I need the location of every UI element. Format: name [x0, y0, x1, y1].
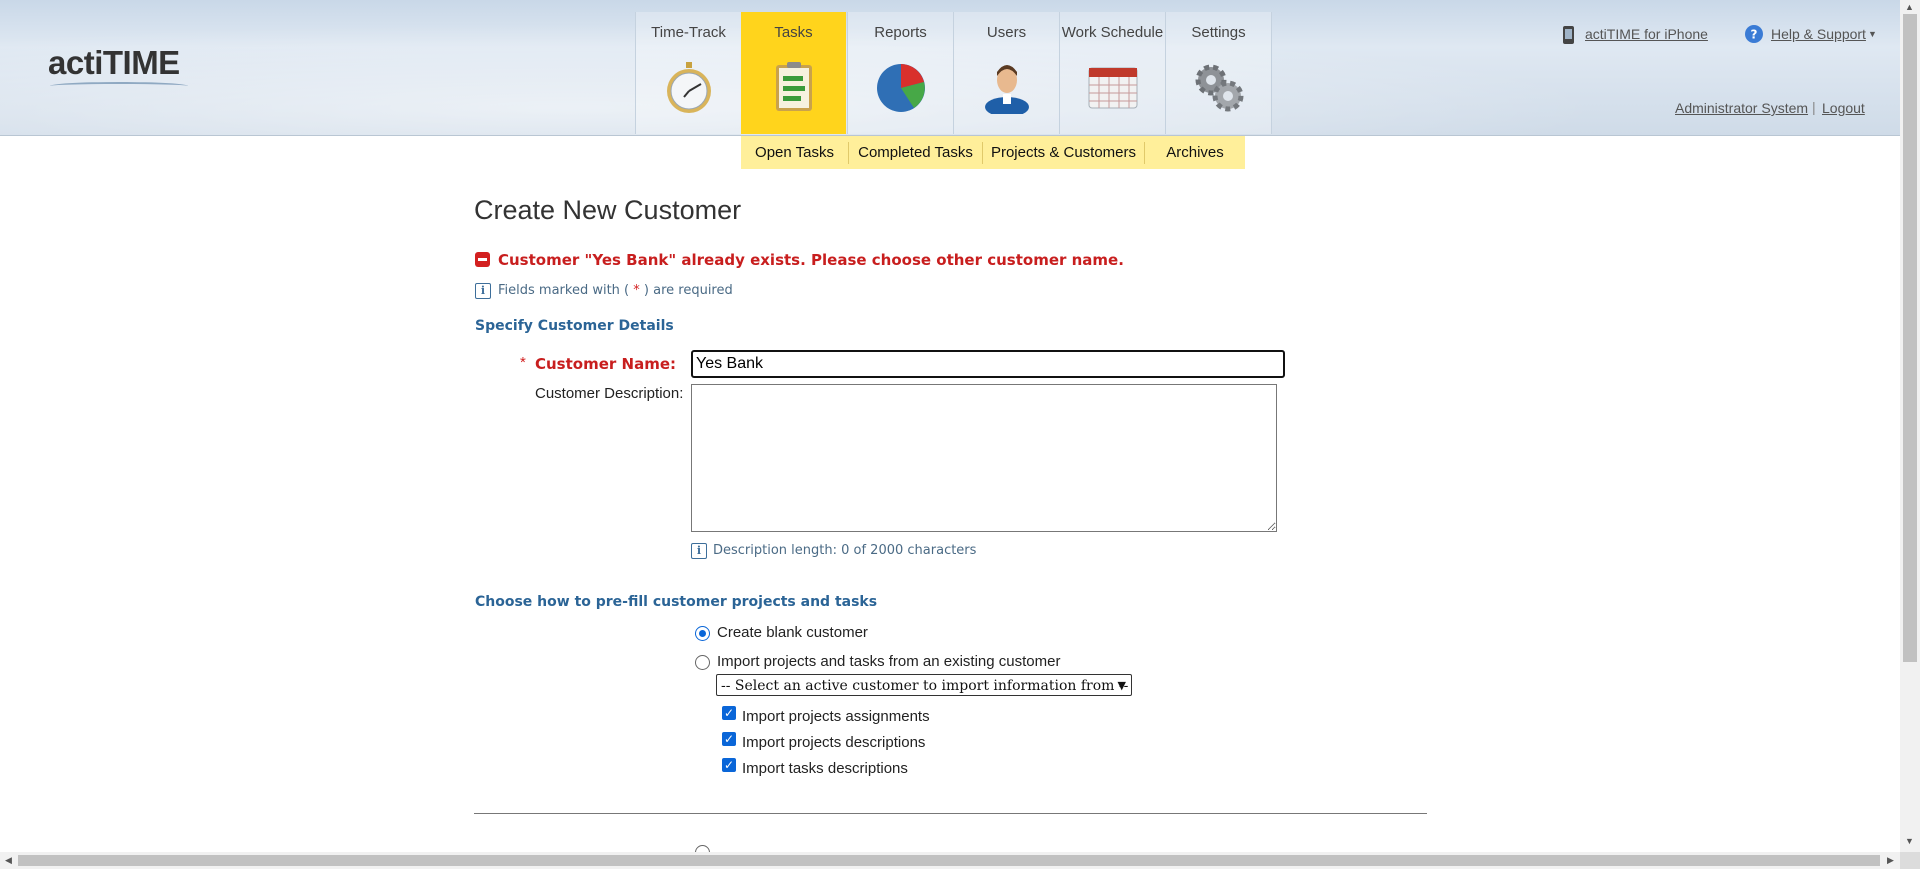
subnav-completed-tasks[interactable]: Completed Tasks: [849, 136, 982, 169]
chevron-down-icon: ▼: [1117, 679, 1126, 692]
scroll-up-icon[interactable]: ▲: [1905, 2, 1914, 12]
scroll-left-icon[interactable]: ◀: [5, 855, 12, 866]
page-title: Create New Customer: [474, 195, 742, 225]
customer-description-textarea[interactable]: [691, 384, 1277, 532]
tab-label: Time-Track: [651, 24, 726, 41]
scroll-down-icon[interactable]: ▼: [1905, 836, 1914, 846]
required-star: *: [520, 354, 526, 371]
create-blank-radio[interactable]: [695, 626, 710, 641]
svg-text:?: ?: [1751, 28, 1758, 42]
customer-name-input[interactable]: [691, 350, 1285, 378]
help-icon: ?: [1745, 25, 1763, 43]
iphone-link[interactable]: actiTIME for iPhone: [1585, 26, 1708, 42]
logout-link[interactable]: Logout: [1822, 100, 1865, 116]
tab-label: Work Schedule: [1061, 24, 1164, 41]
task-list-icon: [776, 62, 812, 111]
separator: |: [1812, 99, 1816, 115]
vertical-scroll-thumb[interactable]: [1903, 14, 1917, 662]
required-note-text: Fields marked with (: [498, 283, 630, 298]
tab-settings[interactable]: Settings: [1165, 12, 1272, 134]
phone-icon: [1563, 26, 1574, 44]
chevron-down-icon[interactable]: ▼: [1868, 29, 1877, 39]
tab-label: Tasks: [774, 24, 813, 41]
description-length: Description length: 0 of 2000 characters: [713, 543, 977, 558]
tab-time-track[interactable]: Time-Track: [635, 12, 742, 134]
required-note: Fields marked with ( * ) are required: [498, 283, 733, 298]
section-customer-details: Specify Customer Details: [475, 318, 674, 334]
subnav-projects-customers[interactable]: Projects & Customers: [983, 136, 1144, 169]
import-assignments-label[interactable]: Import projects assignments: [742, 708, 930, 725]
subnav-archives[interactable]: Archives: [1145, 136, 1245, 169]
calendar-icon: [1088, 67, 1138, 109]
create-blank-label[interactable]: Create blank customer: [717, 624, 868, 641]
divider: [474, 813, 1427, 814]
logo-swoosh: [50, 82, 188, 90]
current-user-link[interactable]: Administrator System: [1675, 100, 1808, 116]
error-message: Customer "Yes Bank" already exists. Plea…: [498, 251, 1124, 269]
scrollbar-corner: [1900, 852, 1920, 869]
tab-reports[interactable]: Reports: [847, 12, 954, 134]
stopwatch-icon: [667, 62, 711, 113]
import-assignments-checkbox[interactable]: ✓: [722, 706, 736, 720]
subnav-open-tasks[interactable]: Open Tasks: [741, 136, 848, 169]
import-customer-select[interactable]: -- Select an active customer to import i…: [716, 674, 1132, 696]
import-existing-radio[interactable]: [695, 655, 710, 670]
info-icon: i: [475, 283, 491, 299]
section-prefill: Choose how to pre-fill customer projects…: [475, 594, 878, 610]
customer-description-label: Customer Description:: [535, 385, 684, 402]
tab-label: Reports: [874, 24, 927, 41]
import-task-descriptions-checkbox[interactable]: ✓: [722, 758, 736, 772]
import-project-descriptions-checkbox[interactable]: ✓: [722, 732, 736, 746]
info-icon: i: [691, 543, 707, 559]
import-task-descriptions-label[interactable]: Import tasks descriptions: [742, 760, 908, 777]
scroll-right-icon[interactable]: ▶: [1887, 855, 1894, 866]
required-star: *: [633, 283, 640, 298]
user-icon: [985, 65, 1029, 114]
select-value: -- Select an active customer to import i…: [721, 678, 1129, 694]
tab-label: Users: [986, 24, 1027, 41]
tasks-subnav: Open Tasks Completed Tasks Projects & Cu…: [741, 136, 1245, 169]
tab-users[interactable]: Users: [953, 12, 1060, 134]
tab-tasks[interactable]: Tasks: [741, 12, 846, 134]
error-icon: [475, 252, 490, 267]
tab-work-schedule[interactable]: Work Schedule: [1059, 12, 1166, 134]
gears-icon: [1195, 64, 1244, 112]
customer-name-label: Customer Name:: [535, 355, 676, 373]
import-project-descriptions-label[interactable]: Import projects descriptions: [742, 734, 925, 751]
required-note-text: ) are required: [643, 283, 733, 298]
top-header: actiTIME Time-Track Tasks Reports Users …: [0, 0, 1900, 136]
tab-label: Settings: [1191, 24, 1246, 41]
pie-chart-icon: [877, 64, 925, 112]
horizontal-scroll-thumb[interactable]: [18, 855, 1880, 866]
import-existing-label[interactable]: Import projects and tasks from an existi…: [717, 653, 1060, 670]
help-support-link[interactable]: Help & Support: [1771, 26, 1866, 42]
app-logo[interactable]: actiTIME: [48, 44, 180, 82]
